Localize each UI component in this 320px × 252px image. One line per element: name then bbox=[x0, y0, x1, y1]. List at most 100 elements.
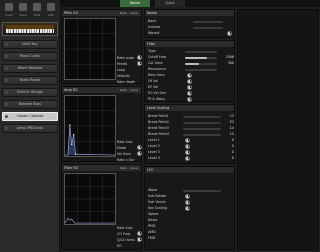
inverse-slider[interactable] bbox=[193, 27, 223, 29]
patch-item[interactable]: Brass Roads bbox=[2, 76, 58, 85]
edit-label: Edit bbox=[34, 13, 40, 17]
vel-sens-knob[interactable] bbox=[137, 151, 142, 156]
patch-led-icon bbox=[5, 91, 8, 94]
synth-keyboard-image bbox=[2, 22, 58, 36]
patch-led-icon bbox=[5, 55, 8, 58]
key-scaling-knob[interactable] bbox=[185, 206, 190, 211]
patch-led-icon bbox=[5, 67, 8, 70]
lfo-wave-slider[interactable] bbox=[183, 190, 221, 192]
patch-label: Multi Key bbox=[22, 42, 38, 46]
type-slider[interactable] bbox=[185, 51, 217, 53]
patch-label: Brass Roads bbox=[19, 78, 41, 82]
break-point-3-slider[interactable] bbox=[183, 128, 221, 130]
editor-tabs: Name Quick bbox=[60, 0, 320, 7]
patch-led-icon bbox=[5, 43, 8, 46]
param-row: EG bbox=[117, 243, 141, 249]
resn-sens-knob[interactable] bbox=[187, 73, 192, 78]
section-title: LFO bbox=[145, 167, 234, 173]
sub-rotate-knob[interactable] bbox=[185, 194, 190, 199]
level-label: Level bbox=[130, 88, 138, 92]
save-label: Save bbox=[19, 13, 27, 17]
filter-eg-graph[interactable] bbox=[64, 173, 116, 225]
patch-item[interactable]: Multi Key bbox=[2, 40, 58, 49]
patch-item[interactable]: Piano Cards bbox=[2, 52, 58, 61]
patch-led-icon bbox=[5, 127, 8, 130]
ky-vel-knob[interactable] bbox=[187, 85, 192, 90]
lfo-section: LFO Wave Sub Rotate Sub Vector Key Scali… bbox=[144, 166, 235, 250]
disk-icon bbox=[19, 3, 27, 11]
level-4-knob[interactable] bbox=[185, 156, 190, 161]
break-point-4-slider[interactable] bbox=[183, 134, 221, 136]
amp-eg-graph[interactable] bbox=[64, 95, 116, 157]
level-scaling-section: Level Scaling Break Point1 C3 Break Point… bbox=[144, 104, 235, 164]
wave-knob[interactable] bbox=[227, 31, 232, 36]
folder-icon bbox=[5, 3, 13, 11]
name-section: Name Bank Inverse Wave# bbox=[144, 9, 235, 38]
level-3-knob[interactable] bbox=[185, 150, 190, 155]
patch-led-icon bbox=[5, 115, 8, 118]
pt-wavs-knob[interactable] bbox=[187, 97, 192, 102]
lr-vel-knob[interactable] bbox=[187, 79, 192, 84]
bank-slider[interactable] bbox=[193, 21, 223, 23]
rate-label: Rate bbox=[120, 11, 127, 15]
co-sens-knob[interactable] bbox=[137, 237, 142, 242]
level-2-knob[interactable] bbox=[185, 144, 190, 149]
break-point-1-slider[interactable] bbox=[183, 116, 221, 118]
edit-button[interactable]: Edit bbox=[32, 3, 42, 19]
right-panel-empty bbox=[237, 9, 319, 250]
param-label: Pt & Wavs bbox=[148, 97, 165, 101]
break-point-2-slider[interactable] bbox=[183, 122, 221, 124]
toolbar: Load Save Edit Info bbox=[0, 0, 60, 22]
patch-browser-panel: Load Save Edit Info Multi Key Piano Card… bbox=[0, 0, 60, 252]
pitch-eg-section: Pitch EG Rate Level Rate scale Feedb Loo… bbox=[61, 9, 142, 84]
rate-label: Rate bbox=[120, 88, 127, 92]
tab-quick[interactable]: Quick bbox=[155, 0, 185, 7]
section-title: Level Scaling bbox=[145, 105, 234, 111]
info-button[interactable]: Info bbox=[46, 3, 56, 19]
param-row: Rate depth bbox=[117, 79, 141, 85]
patch-item[interactable]: Jarbo JPBComm bbox=[2, 124, 58, 133]
patch-label: Piano Cards bbox=[20, 54, 40, 58]
editor-main: Name Quick Pitch EG Rate Level Rate scal… bbox=[60, 0, 320, 252]
info-label: Info bbox=[48, 13, 54, 17]
sub-vector-knob[interactable] bbox=[185, 200, 190, 205]
param-row: Rate x Dur bbox=[117, 157, 141, 163]
param-row: FMD bbox=[148, 235, 234, 241]
filter-section: Filter Type Cutoff Freq 2508 Cut Sens 300 … bbox=[144, 40, 235, 102]
param-label: Level 4 bbox=[148, 156, 160, 160]
level-1-knob[interactable] bbox=[185, 138, 190, 143]
param-row: Wave# bbox=[148, 30, 232, 36]
amp-eg-section: Amp EG Rate Level Rate Scal Mode Vel Sen… bbox=[61, 86, 142, 162]
patch-label: Jarbo JPBComm bbox=[16, 126, 44, 130]
patch-label: Warm Relaxed bbox=[17, 66, 43, 70]
patch-item[interactable]: Blessed Bass bbox=[2, 100, 58, 109]
section-title: Name bbox=[145, 10, 234, 16]
feedback-knob[interactable] bbox=[137, 61, 142, 66]
patch-led-icon bbox=[5, 103, 8, 106]
mode-knob[interactable] bbox=[137, 145, 142, 150]
load-button[interactable]: Load bbox=[4, 3, 14, 19]
section-title: Filter bbox=[145, 41, 234, 47]
cut-sens-slider[interactable] bbox=[185, 63, 217, 65]
rate-scale-knob[interactable] bbox=[137, 55, 142, 60]
rate-label: Rate bbox=[120, 166, 127, 170]
save-button[interactable]: Save bbox=[18, 3, 28, 19]
level-label: Level bbox=[130, 11, 138, 15]
eg-vel-knob[interactable] bbox=[187, 91, 192, 96]
pitch-eg-graph[interactable] bbox=[64, 18, 116, 80]
patch-item-selected[interactable]: Classic Clavinet bbox=[2, 112, 58, 121]
patch-label: Blessed Bass bbox=[18, 102, 42, 106]
param-value: 0 bbox=[231, 156, 234, 160]
patch-item[interactable]: Electric Strings bbox=[2, 88, 58, 97]
resonance-slider[interactable] bbox=[185, 69, 217, 71]
patch-item[interactable]: Warm Relaxed bbox=[2, 64, 58, 73]
param-label: Wave# bbox=[148, 31, 160, 35]
co-freq-knob[interactable] bbox=[137, 231, 142, 236]
filter-eg-section: Filter EG Rate Level Rate Scal CO Freq Q… bbox=[61, 164, 142, 250]
info-icon bbox=[47, 3, 55, 11]
tab-name[interactable]: Name bbox=[120, 0, 150, 7]
patch-label: Classic Clavinet bbox=[16, 114, 44, 118]
param-label: FMD bbox=[148, 236, 156, 240]
cutoff-slider[interactable] bbox=[185, 57, 217, 59]
level-label: Level bbox=[130, 166, 138, 170]
